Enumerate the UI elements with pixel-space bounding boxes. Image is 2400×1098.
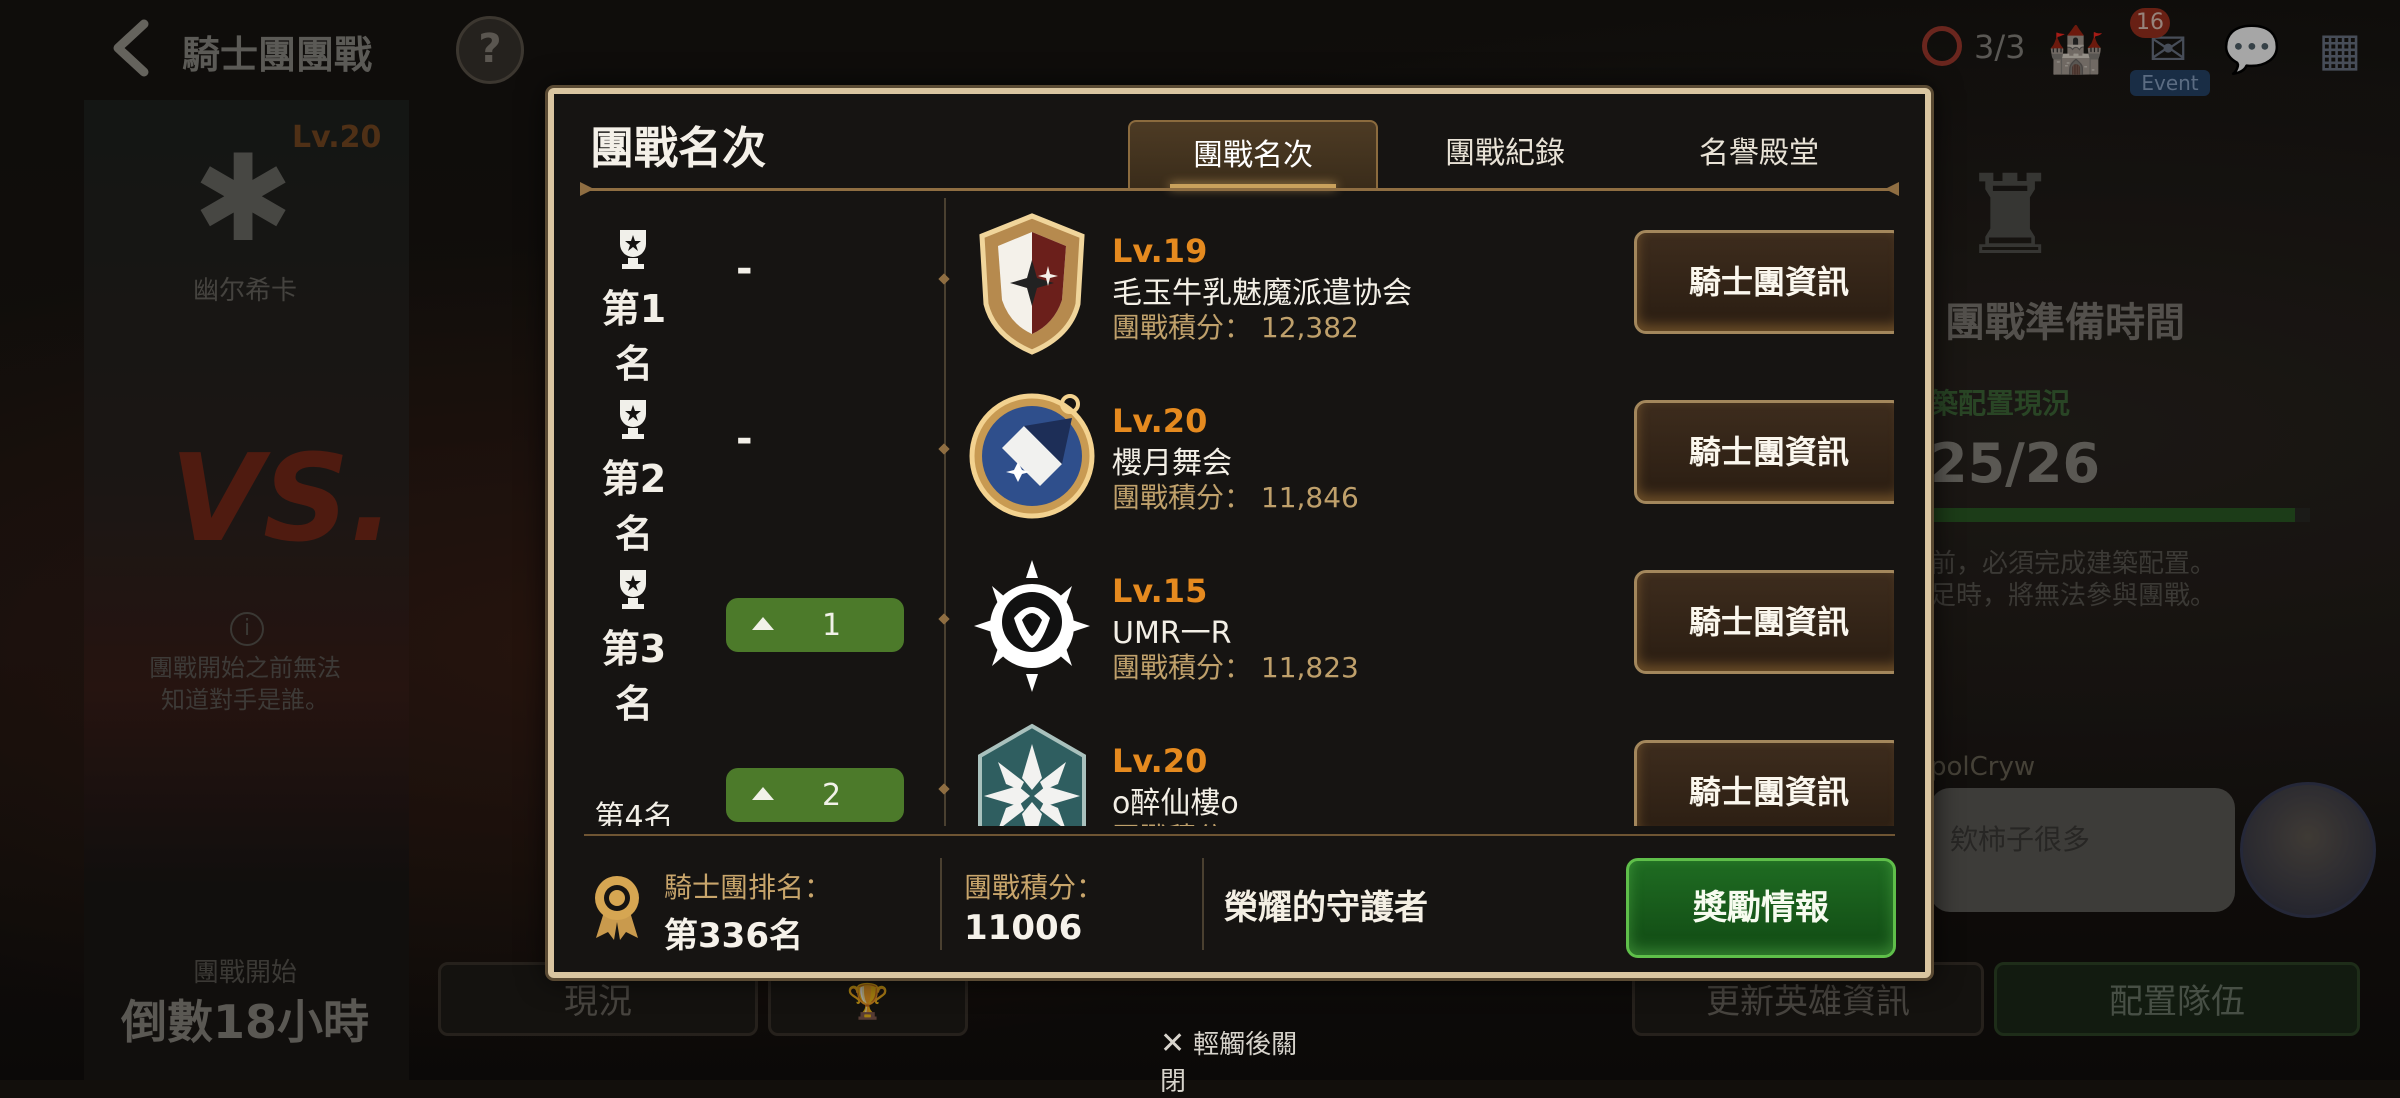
guild-score: 團戰積分： 11,822 (1112, 816, 1359, 826)
rank-change: 1 (822, 608, 842, 643)
ranking-row: 第1名 - Lv.19 毛玉牛乳魅魔派遣协会 團戰積分： 12,382 騎士團資… (584, 198, 1894, 386)
guild-info-button[interactable]: 騎士團資訊 (1634, 570, 1894, 674)
row-divider (944, 538, 946, 708)
rank-label: 第4名 (594, 800, 674, 826)
guild-score: 團戰積分： 11,823 (1112, 651, 1359, 684)
rank-change: 2 (822, 778, 842, 813)
close-icon: ✕ (1160, 1026, 1186, 1061)
guild-level: Lv.20 (1112, 742, 1208, 780)
modal-title: 團戰名次 (590, 123, 766, 174)
footer-divider-2 (1202, 858, 1204, 950)
snowflake-emblem-icon (962, 718, 1102, 826)
arrow-up-icon (752, 617, 774, 630)
sword-emblem-icon (962, 378, 1102, 528)
close-hint[interactable]: ✕ 輕觸後關閉 (1160, 1024, 1320, 1097)
rank-up-badge: 1 (726, 598, 904, 652)
guild-info-button[interactable]: 騎士團資訊 (1634, 400, 1894, 504)
guild-score: 團戰積分： 12,382 (1112, 311, 1359, 344)
guild-score: 團戰積分： 11,846 (1112, 481, 1359, 514)
ranking-row: 第2名 - Lv.20 櫻月舞会 團戰積分： 11,846 騎士團資訊 (584, 368, 1894, 556)
rose-emblem-icon (962, 548, 1102, 698)
trophy-icon (608, 224, 658, 274)
rank-change: - (736, 416, 753, 462)
battle-score-label: 團戰積分： (964, 871, 1105, 904)
trophy-icon (608, 564, 658, 614)
guild-level: Lv.20 (1112, 402, 1208, 440)
guild-level: Lv.15 (1112, 572, 1208, 610)
ranking-list[interactable]: 第1名 - Lv.19 毛玉牛乳魅魔派遣协会 團戰積分： 12,382 騎士團資… (584, 198, 1894, 826)
rank-up-badge: 2 (726, 768, 904, 822)
tab-hall-of-fame[interactable]: 名譽殿堂 (1634, 120, 1884, 188)
row-divider (944, 368, 946, 538)
ranking-row: 第3名 1 Lv.15 UMR一R 團戰積分： 11,823 騎士團資訊 (584, 538, 1894, 726)
footer-divider-1 (940, 858, 942, 950)
guild-info-button[interactable]: 騎士團資訊 (1634, 740, 1894, 826)
reward-info-button[interactable]: 獎勵情報 (1626, 858, 1896, 958)
shield-emblem-icon (962, 208, 1102, 358)
guild-info-button[interactable]: 騎士團資訊 (1634, 230, 1894, 334)
arrow-up-icon (752, 787, 774, 800)
ranking-row: 第4名 2 Lv.20 o醉仙樓o 團戰積分： 11,822 騎士團資訊 (584, 708, 1894, 826)
header-divider (580, 182, 1899, 196)
rank-change: - (736, 246, 753, 292)
row-divider (944, 198, 946, 368)
medal-icon (590, 872, 644, 942)
trophy-icon (608, 394, 658, 444)
tab-record[interactable]: 團戰紀錄 (1380, 120, 1630, 188)
guild-title: 榮耀的守護者 (1224, 888, 1428, 928)
guild-level: Lv.19 (1112, 232, 1208, 270)
battle-score-value: 11006 (964, 908, 1083, 948)
footer-divider (584, 834, 1895, 836)
guild-rank-value: 第336名 (664, 916, 803, 956)
row-divider (944, 708, 946, 826)
guild-rank-label: 騎士團排名： (664, 871, 833, 904)
ranking-modal: 團戰名次 團戰名次 團戰紀錄 名譽殿堂 第1名 - Lv.19 毛玉牛乳魅魔派遣… (548, 88, 1931, 978)
tab-ranking[interactable]: 團戰名次 (1128, 120, 1378, 188)
